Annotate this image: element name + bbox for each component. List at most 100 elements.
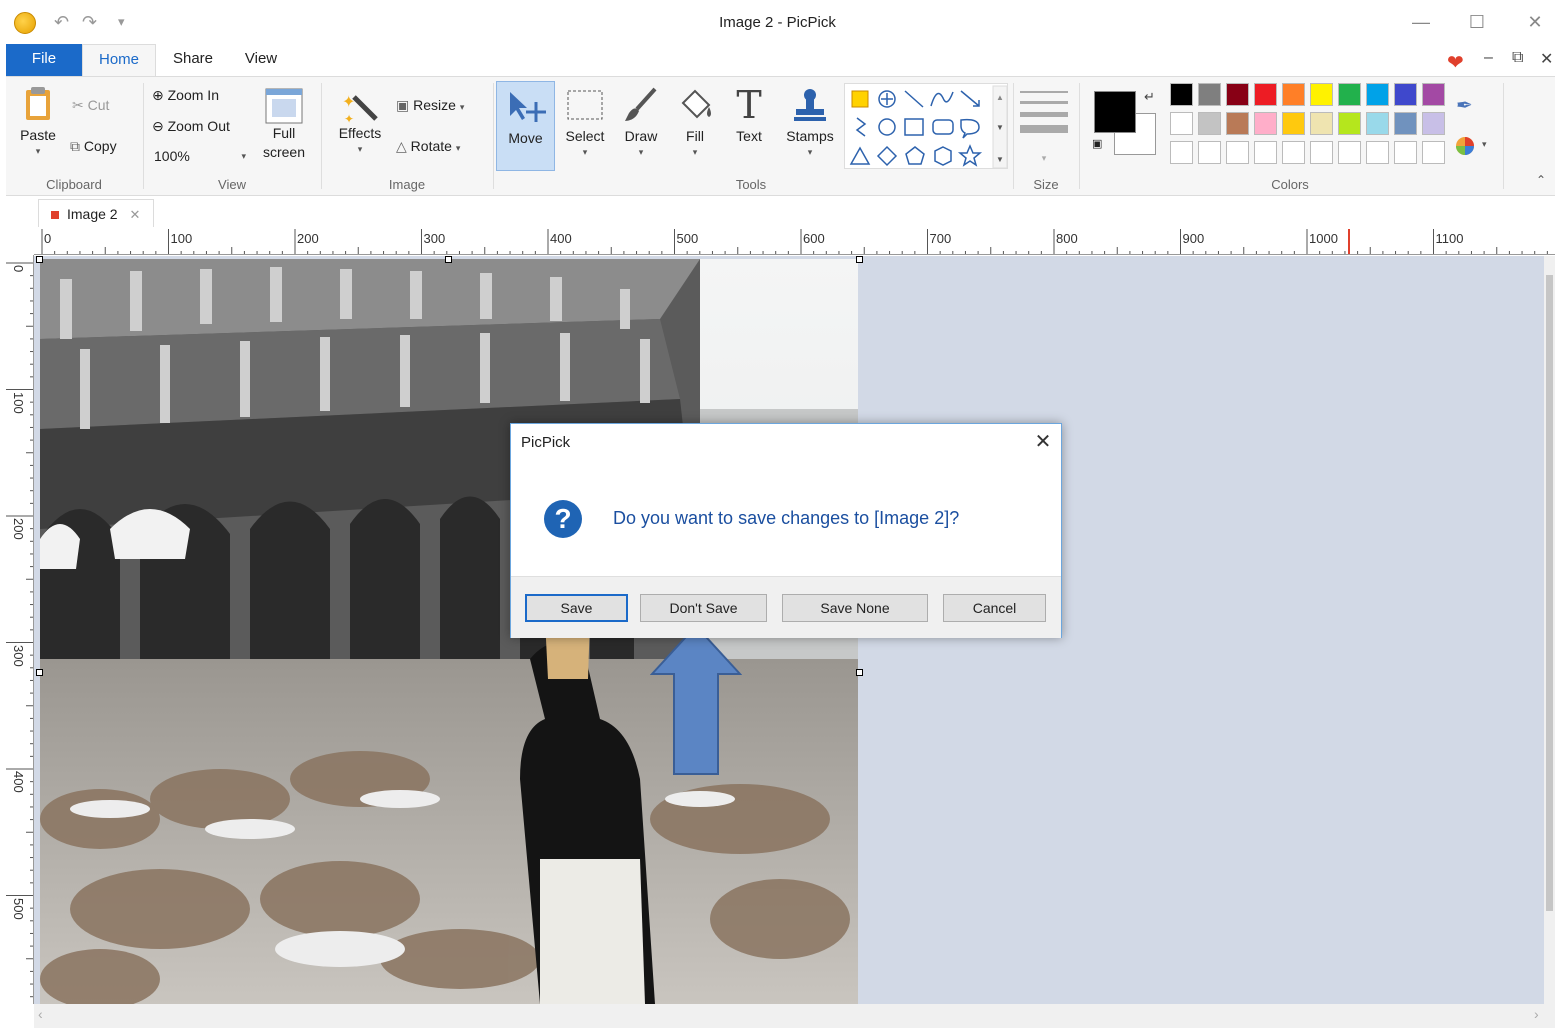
palette-swatch[interactable] [1226, 83, 1249, 106]
resize-handle-top-right[interactable] [856, 256, 863, 263]
copy-button[interactable]: ⧉ Copy [70, 138, 117, 155]
vertical-scrollbar-thumb[interactable] [1546, 275, 1553, 911]
ruler-label: 400 [550, 231, 572, 246]
palette-swatch[interactable] [1394, 141, 1417, 164]
save-button[interactable]: Save [525, 594, 628, 622]
palette-swatch[interactable] [1282, 112, 1305, 135]
minimize-icon[interactable]: — [1406, 10, 1436, 34]
tab-file[interactable]: File [6, 44, 82, 76]
palette-swatch[interactable] [1422, 112, 1445, 135]
reset-colors-icon[interactable]: ▣ [1092, 137, 1102, 150]
move-tool-button[interactable]: Move [496, 81, 555, 171]
paste-label: Paste [20, 127, 56, 143]
collapse-ribbon-icon[interactable]: ⌃ [1536, 173, 1546, 187]
palette-swatch[interactable] [1226, 141, 1249, 164]
palette-swatch[interactable] [1198, 112, 1221, 135]
zoom-level-select[interactable]: 100% ▾ [154, 148, 250, 164]
palette-swatch[interactable] [1366, 141, 1389, 164]
zoom-out-icon: ⊖ [152, 118, 164, 134]
palette-swatch[interactable] [1394, 112, 1417, 135]
palette-swatch[interactable] [1310, 83, 1333, 106]
resize-button[interactable]: ▣ Resize ▾ [396, 97, 464, 114]
tab-home[interactable]: Home [82, 44, 156, 76]
paste-button[interactable]: Paste ▾ [16, 85, 60, 167]
resize-handle-right[interactable] [856, 669, 863, 676]
palette-swatch[interactable] [1310, 141, 1333, 164]
zoom-out-button[interactable]: ⊖ Zoom Out [152, 118, 230, 135]
palette-swatch[interactable] [1254, 112, 1277, 135]
palette-swatch[interactable] [1282, 83, 1305, 106]
palette-swatch[interactable] [1198, 141, 1221, 164]
copy-icon: ⧉ [70, 138, 80, 154]
scroll-left-icon[interactable]: ‹ [38, 1006, 43, 1022]
swap-colors-icon[interactable]: ↵ [1144, 89, 1155, 105]
resize-handle-top-left[interactable] [36, 256, 43, 263]
zoom-dropdown-icon: ▾ [241, 151, 246, 161]
shapes-gallery[interactable]: ▲ ▼ ▼ [844, 83, 1008, 169]
ruler-label: 1000 [1309, 231, 1338, 246]
eyedropper-icon[interactable]: ✒ [1456, 93, 1473, 118]
image-group-label: Image [388, 177, 426, 192]
palette-swatch[interactable] [1170, 83, 1193, 106]
fill-tool-button[interactable]: Fill ▾ [672, 87, 718, 171]
palette-swatch[interactable] [1254, 83, 1277, 106]
close-window-icon[interactable]: ✕ [1520, 10, 1550, 34]
stamps-label: Stamps [786, 128, 834, 144]
palette-swatch[interactable] [1366, 112, 1389, 135]
draw-tool-button[interactable]: Draw ▾ [616, 87, 666, 171]
palette-swatch[interactable] [1198, 83, 1221, 106]
palette-swatch[interactable] [1254, 141, 1277, 164]
ruler-label: 500 [11, 897, 26, 920]
save-changes-dialog: PicPick ✕ ? Do you want to save changes … [510, 423, 1062, 638]
cancel-button[interactable]: Cancel [943, 594, 1046, 622]
zoom-level-value: 100% [154, 148, 190, 164]
save-none-button[interactable]: Save None [782, 594, 928, 622]
ribbon-home: Paste ▾ ✂ Cut ⧉ Copy Clipboard ⊕ Zoom In… [6, 76, 1555, 196]
document-tab-image-2[interactable]: Image 2 ✕ [38, 199, 154, 227]
size-button[interactable]: ▾ [1020, 89, 1068, 169]
palette-swatch[interactable] [1338, 83, 1361, 106]
mdi-minimize-icon[interactable]: – [1484, 49, 1493, 67]
text-tool-button[interactable]: T Text [726, 86, 772, 171]
document-tabs: Image 2 ✕ [0, 197, 1555, 229]
full-screen-button[interactable]: Full screen [258, 87, 310, 171]
palette-swatch[interactable] [1394, 83, 1417, 106]
palette-swatch[interactable] [1226, 112, 1249, 135]
rotate-button[interactable]: △ Rotate ▾ [396, 138, 460, 155]
ruler-label: 1100 [1435, 231, 1464, 246]
resize-handle-top[interactable] [445, 256, 452, 263]
vertical-ruler-ticks [6, 262, 33, 998]
dialog-close-icon[interactable]: ✕ [1029, 428, 1057, 456]
ruler-label: 400 [11, 771, 26, 793]
zoom-in-button[interactable]: ⊕ Zoom In [152, 87, 219, 104]
foreground-color-swatch[interactable] [1094, 91, 1136, 133]
palette-swatch[interactable] [1366, 83, 1389, 106]
palette-swatch[interactable] [1422, 141, 1445, 164]
ruler-label: 500 [676, 231, 699, 246]
dont-save-button[interactable]: Don't Save [640, 594, 767, 622]
color-picker-button[interactable]: ▾ [1454, 135, 1487, 160]
effects-button[interactable]: ✦ ✦ Effects ▾ [332, 87, 388, 171]
palette-swatch[interactable] [1422, 83, 1445, 106]
heart-icon[interactable]: ❤ [1447, 50, 1464, 75]
tab-view[interactable]: View [232, 44, 290, 76]
mdi-restore-icon[interactable]: ⧉ [1512, 49, 1523, 67]
palette-swatch[interactable] [1338, 112, 1361, 135]
scroll-right-icon[interactable]: › [1534, 1006, 1539, 1022]
cut-button[interactable]: ✂ Cut [72, 97, 109, 114]
palette-swatch[interactable] [1170, 112, 1193, 135]
palette-swatch[interactable] [1282, 141, 1305, 164]
palette-swatch[interactable] [1170, 141, 1193, 164]
select-tool-button[interactable]: Select ▾ [560, 87, 610, 171]
resize-handle-left[interactable] [36, 669, 43, 676]
tab-share[interactable]: Share [160, 44, 226, 76]
mdi-close-icon[interactable]: ✕ [1540, 49, 1553, 69]
palette-swatch[interactable] [1310, 112, 1333, 135]
horizontal-scrollbar[interactable]: ‹ › [34, 1004, 1555, 1028]
stamps-tool-button[interactable]: Stamps ▾ [782, 87, 838, 171]
close-tab-icon[interactable]: ✕ [129, 207, 140, 222]
palette-swatch[interactable] [1338, 141, 1361, 164]
tools-group-label: Tools [735, 177, 767, 192]
dialog-title: PicPick [521, 434, 571, 451]
maximize-icon[interactable]: ☐ [1462, 10, 1492, 34]
